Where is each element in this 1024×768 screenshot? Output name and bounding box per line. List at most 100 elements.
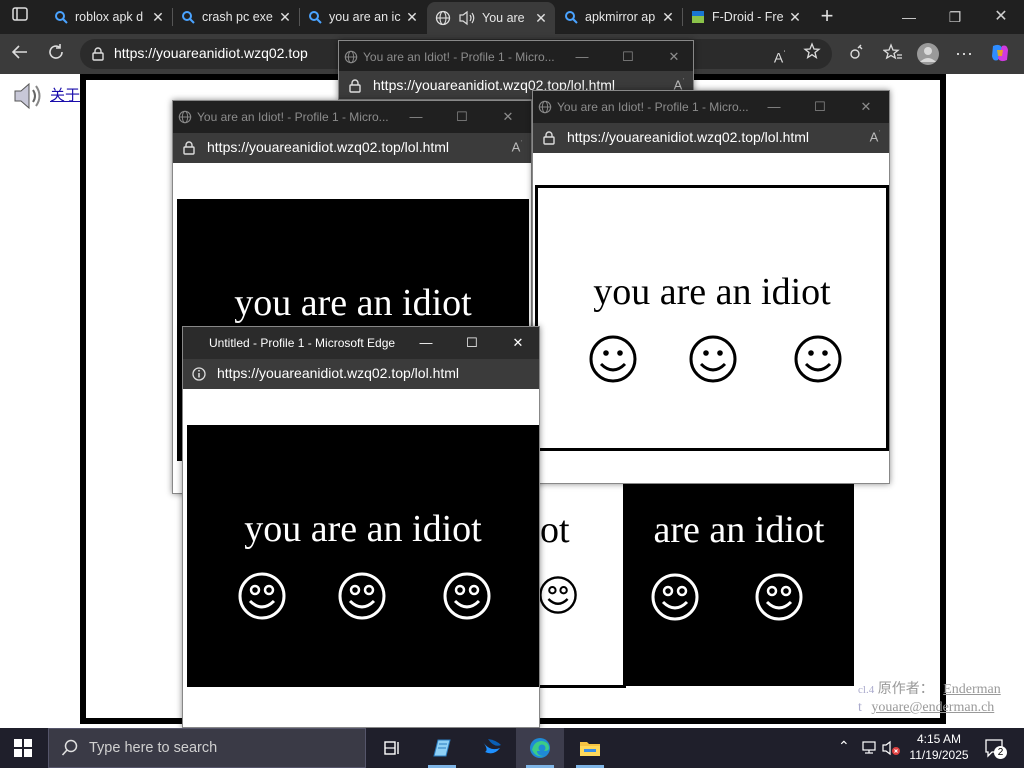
start-button[interactable] [0,728,48,768]
search-icon [182,11,195,24]
tab-close-icon[interactable]: ✕ [150,9,166,26]
close-button[interactable]: ✕ [651,41,693,73]
idiot-panel-behind-right: are an idiot [624,484,854,686]
popup-title: Untitled - Profile 1 - Microsoft Edge [209,336,396,350]
speaker-icon[interactable] [12,80,44,112]
tab-label: crash pc exe [202,10,273,24]
read-aloud-icon[interactable]: Aʾ [768,42,792,66]
profile-avatar-icon[interactable] [916,42,940,66]
email-link[interactable]: youare@enderman.ch [871,700,994,715]
taskbar-search-box[interactable]: Type here to search [48,728,366,768]
smiley-face-icon [539,576,577,614]
refresh-icon[interactable] [44,42,68,66]
tab-label: roblox apk d [75,10,144,24]
taskbar-app-notes[interactable] [418,728,466,768]
audio-playing-icon[interactable] [458,10,476,26]
minimize-button[interactable]: — [559,41,605,73]
idiot-panel: you are an idiot [187,425,539,687]
tab-apkmirror[interactable]: apkmirror ap ✕ [556,4,682,30]
minimize-button[interactable]: — [886,4,932,30]
show-hidden-icons-icon[interactable]: ⌃ [838,738,850,755]
smiley-face-icon [443,572,491,620]
tab-you-are-an-idiot-search[interactable]: you are an ic ✕ [300,4,426,30]
popup-url: https://youareanidiot.wzq02.top/lol.html [207,139,450,155]
tab-close-icon[interactable]: ✕ [277,9,293,26]
smiley-face-icon [589,335,637,383]
author-link[interactable]: Enderman [943,682,1001,697]
popup-url: https://youareanidiot.wzq02.top/lol.html [217,365,460,381]
popup-window-front[interactable]: Untitled - Profile 1 - Microsoft Edge — … [182,326,540,728]
tab-label: F-Droid - Fre [712,10,784,24]
maximize-button[interactable]: ☐ [605,41,651,73]
search-icon [565,11,578,24]
close-button[interactable]: ✕ [485,101,531,133]
close-button[interactable]: ✕ [843,91,889,123]
system-clock[interactable]: 4:15 AM 11/19/2025 [898,731,980,763]
globe-icon [538,100,552,114]
restore-button[interactable]: ❐ [932,4,978,30]
read-aloud-icon[interactable]: Aʾ [870,129,881,144]
address-text: https://youareanidiot.wzq02.top [114,45,308,61]
popup-window-right[interactable]: You are an Idiot! - Profile 1 - Micro...… [532,90,890,484]
about-link[interactable]: 关于 [50,84,80,105]
idiot-phrase: are an idiot [653,509,825,551]
maximize-button[interactable]: ☐ [449,327,495,359]
taskbar-app-file-explorer[interactable] [566,728,614,768]
taskbar-app-edge[interactable] [516,728,564,768]
minimize-button[interactable]: — [393,101,439,133]
maximize-button[interactable]: ☐ [797,91,843,123]
copilot-icon[interactable] [988,42,1012,66]
tab-actions-icon[interactable] [8,5,32,29]
tab-label: You are [482,11,525,25]
idiot-phrase: you are an idiot [593,271,831,313]
favorite-star-icon[interactable] [800,42,824,66]
network-icon[interactable] [862,740,880,756]
tab-crash-pc[interactable]: crash pc exe ✕ [173,4,299,30]
minimize-button[interactable]: — [751,91,797,123]
clock-time: 4:15 AM [916,732,962,746]
smiley-face-icon [238,572,286,620]
tab-label: you are an ic [329,10,401,24]
favorites-icon[interactable] [881,42,905,66]
tab-close-icon[interactable]: ✕ [787,9,803,26]
search-icon [55,11,68,24]
lock-icon [183,141,195,155]
site-info-icon[interactable] [90,46,106,62]
popup-url: https://youareanidiot.wzq02.top/lol.html [567,129,810,145]
close-button[interactable]: ✕ [978,4,1024,30]
maximize-button[interactable]: ☐ [439,101,485,133]
notification-center-button[interactable]: 2 [984,738,1007,759]
edge-icon [530,738,550,758]
task-view-button[interactable] [368,728,416,768]
file-explorer-icon [580,742,600,756]
footer-email: t youare@enderman.ch [858,700,995,715]
notification-count-badge: 2 [994,746,1007,759]
tab-you-are-active[interactable]: You are ✕ [427,2,555,34]
search-icon [309,11,322,24]
lock-icon [543,131,555,145]
popup-title: You are an Idiot! - Profile 1 - Micro... [557,100,749,114]
smiley-face-icon [651,573,699,621]
tab-close-icon[interactable]: ✕ [660,9,676,26]
read-aloud-icon[interactable]: Aʾ [512,139,523,154]
tab-close-icon[interactable]: ✕ [533,10,549,27]
more-menu-icon[interactable]: ⋯ [952,42,976,66]
tab-close-icon[interactable]: ✕ [404,9,420,26]
globe-icon [344,50,358,64]
idiot-panel: you are an idiot [535,185,889,451]
idiot-phrase: you are an idiot [244,508,482,550]
new-tab-button[interactable]: + [814,4,840,30]
back-icon[interactable] [8,42,32,66]
info-icon[interactable] [191,366,207,382]
tab-roblox-apk[interactable]: roblox apk d ✕ [46,4,172,30]
extensions-icon[interactable] [845,42,869,66]
tab-label: apkmirror ap [585,10,656,24]
smiley-face-icon [338,572,386,620]
close-button[interactable]: ✕ [495,327,539,359]
swift-bird-icon [483,739,501,754]
tab-f-droid[interactable]: F-Droid - Fre ✕ [683,4,809,30]
globe-icon [178,110,192,124]
task-view-icon [384,741,399,755]
minimize-button[interactable]: — [403,327,449,359]
taskbar-app-bird[interactable] [468,728,516,768]
